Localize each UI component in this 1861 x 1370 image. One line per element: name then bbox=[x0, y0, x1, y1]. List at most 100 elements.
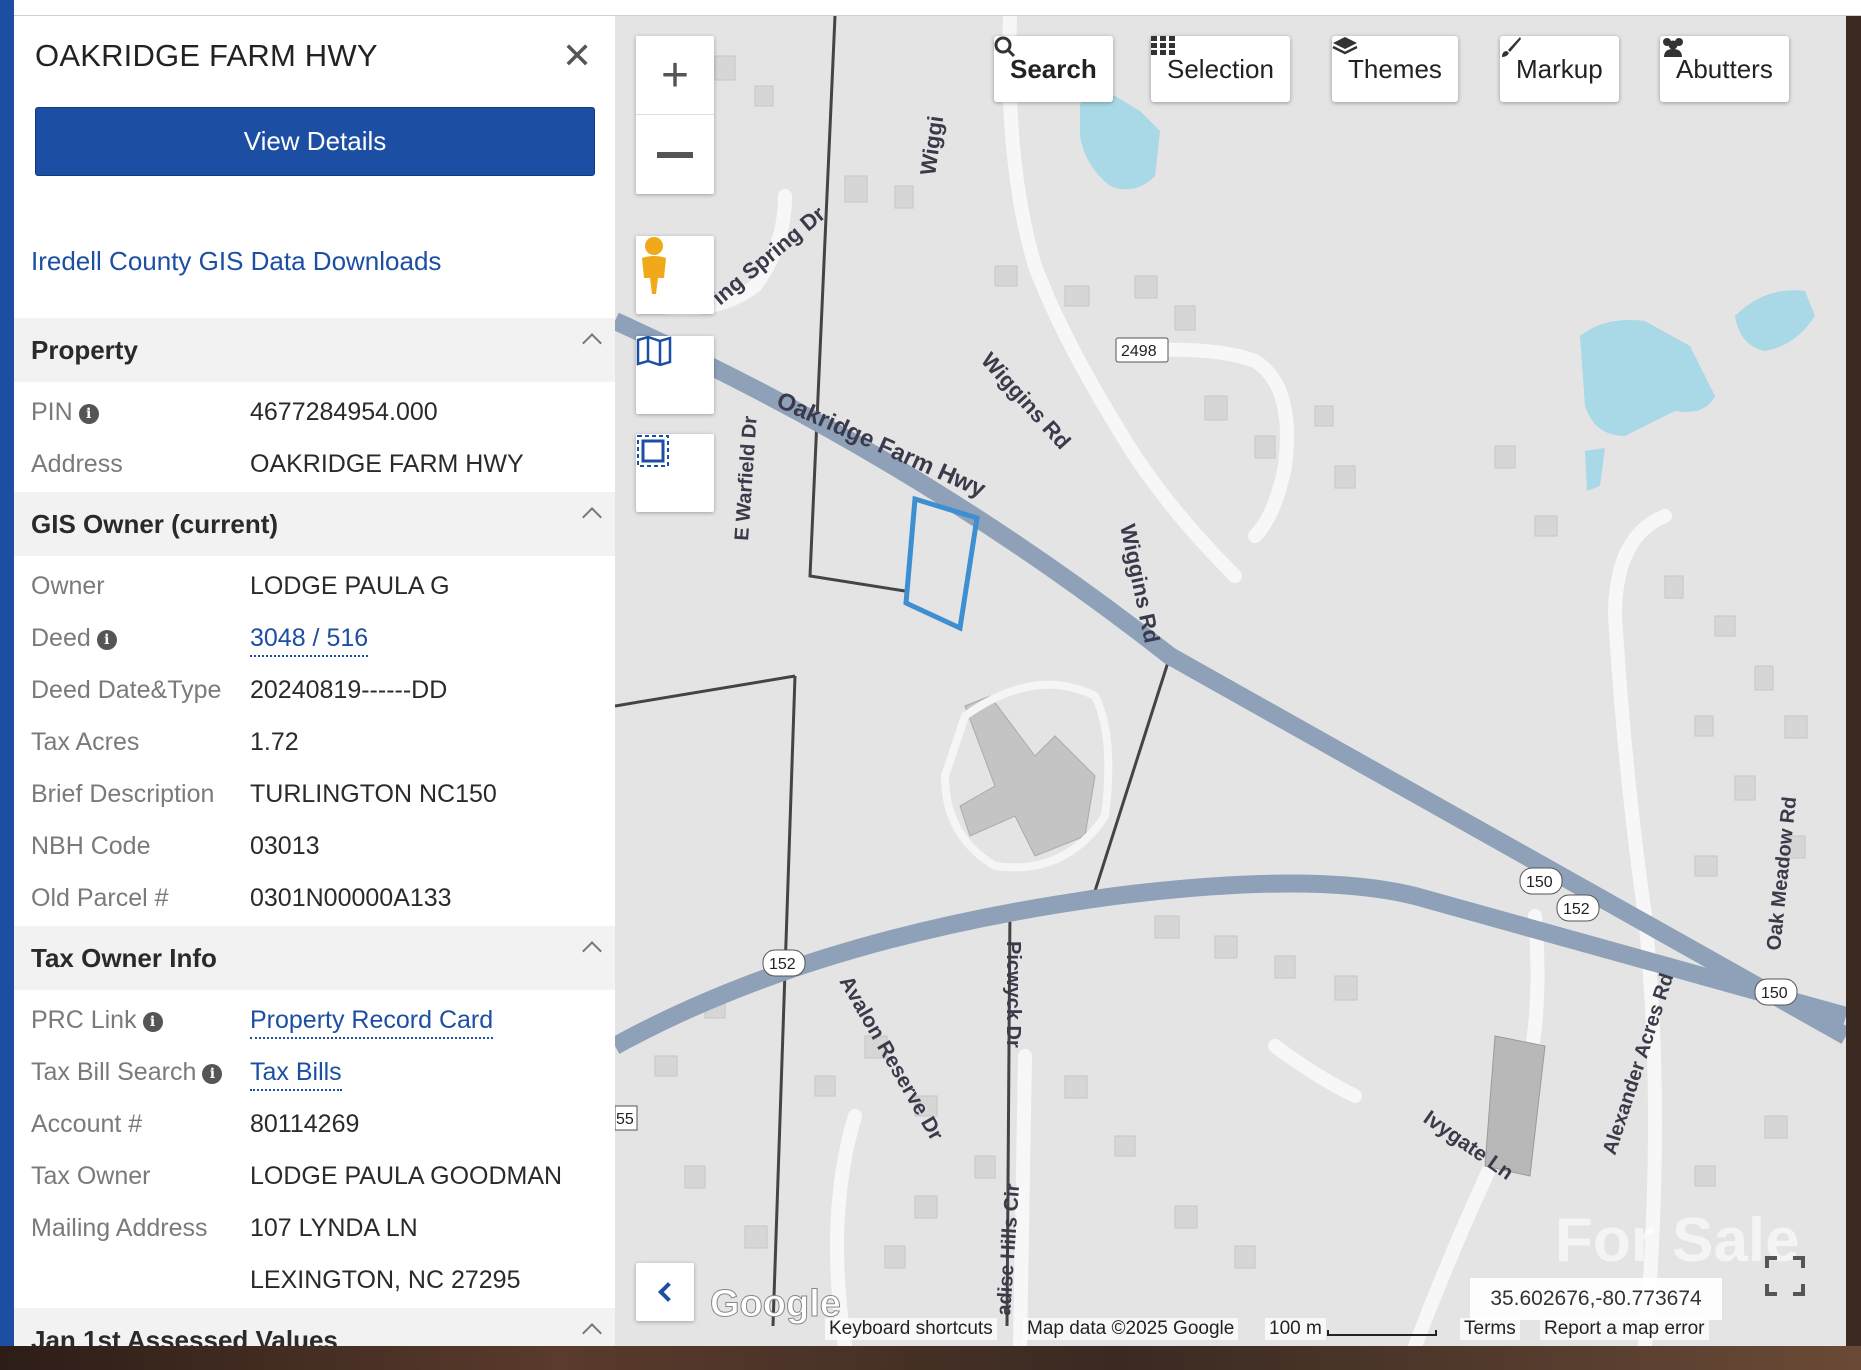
brush-icon bbox=[1502, 37, 1521, 57]
view-details-button[interactable]: View Details bbox=[35, 107, 595, 176]
building bbox=[1274, 955, 1296, 979]
row-old-parcel: Old Parcel # 0301N00000A133 bbox=[14, 872, 615, 924]
label-picwyck: Picwyck Dr bbox=[1002, 941, 1024, 1048]
building bbox=[914, 1195, 938, 1219]
building bbox=[1214, 935, 1238, 959]
map-type-icon[interactable] bbox=[636, 336, 714, 414]
building bbox=[1784, 715, 1808, 739]
map-view[interactable]: Oakridge Farm Hwy Wiggins Rd Wiggins Rd … bbox=[615, 16, 1846, 1346]
scale-label[interactable]: 100 m bbox=[1265, 1318, 1326, 1340]
section-assessed-header[interactable]: Jan 1st Assessed Values bbox=[14, 1308, 615, 1346]
search-button[interactable]: Search bbox=[994, 36, 1113, 102]
tax-bills-link[interactable]: Tax Bills bbox=[250, 1058, 342, 1091]
fullscreen-icon[interactable] bbox=[1765, 1256, 1829, 1318]
shield-152a: 152 bbox=[769, 956, 796, 973]
row-deed-date: Deed Date&Type 20240819------DD bbox=[14, 664, 615, 716]
building bbox=[1064, 285, 1090, 307]
tax-owner-value: LODGE PAULA GOODMAN bbox=[250, 1162, 563, 1190]
map-attribution: Keyboard shortcuts Map data ©2025 Google… bbox=[615, 1314, 1846, 1344]
building bbox=[1694, 1165, 1716, 1187]
row-tax-acres: Tax Acres 1.72 bbox=[14, 716, 615, 768]
info-icon[interactable]: i bbox=[96, 630, 117, 650]
tax-acres-value: 1.72 bbox=[250, 728, 299, 756]
building bbox=[1234, 1245, 1256, 1269]
map-data-text: Map data ©2025 Google bbox=[1023, 1318, 1239, 1340]
building bbox=[1334, 465, 1356, 489]
pin-value: 4677284954.000 bbox=[250, 398, 438, 426]
shield-2498: 2498 bbox=[1121, 343, 1157, 360]
owner-value: LODGE PAULA G bbox=[250, 572, 450, 600]
grid-icon bbox=[1151, 36, 1175, 55]
field-label: Address bbox=[31, 450, 123, 478]
field-label: Mailing Address bbox=[31, 1214, 208, 1242]
building bbox=[1154, 915, 1180, 939]
building bbox=[1534, 515, 1558, 537]
field-label: Tax Owner bbox=[31, 1162, 151, 1190]
section-gis-owner-header[interactable]: GIS Owner (current) bbox=[14, 492, 615, 556]
shield-150b: 150 bbox=[1761, 985, 1788, 1002]
zoom-in-icon[interactable]: + bbox=[636, 36, 714, 115]
mailing-line-2: LEXINGTON, NC 27295 bbox=[250, 1266, 521, 1294]
old-parcel-value: 0301N00000A133 bbox=[250, 884, 452, 912]
building bbox=[814, 1075, 836, 1097]
shield-150a: 150 bbox=[1526, 874, 1553, 891]
address-value: OAKRIDGE FARM HWY bbox=[250, 450, 524, 478]
watermark: For Sale bbox=[1555, 1206, 1800, 1275]
keyboard-shortcuts-link[interactable]: Keyboard shortcuts bbox=[825, 1318, 997, 1340]
building bbox=[844, 175, 868, 203]
frame-select-icon[interactable] bbox=[636, 434, 714, 512]
collapse-panel-button[interactable] bbox=[636, 1263, 694, 1321]
deed-link[interactable]: 3048 / 516 bbox=[250, 624, 369, 657]
section-title: Property bbox=[31, 334, 138, 365]
panel-header: OAKRIDGE FARM HWY ✕ bbox=[14, 16, 615, 106]
field-label: PRC Link i bbox=[31, 1006, 163, 1035]
street-view-pegman-icon[interactable] bbox=[636, 236, 714, 314]
close-icon[interactable]: ✕ bbox=[562, 38, 592, 74]
field-label: NBH Code bbox=[31, 832, 151, 860]
terms-link[interactable]: Terms bbox=[1460, 1318, 1520, 1340]
section-property-header[interactable]: Property bbox=[14, 318, 615, 382]
chevron-left-icon bbox=[658, 1282, 678, 1302]
zoom-out-icon[interactable] bbox=[636, 115, 714, 194]
zoom-controls: + bbox=[636, 36, 714, 194]
section-tax-owner-header[interactable]: Tax Owner Info bbox=[14, 926, 615, 990]
search-label: Search bbox=[1010, 53, 1097, 84]
section-title: Tax Owner Info bbox=[31, 942, 217, 973]
row-mailing-address-2: LEXINGTON, NC 27295 bbox=[14, 1254, 615, 1306]
info-icon[interactable]: i bbox=[142, 1012, 163, 1032]
row-tax-bill: Tax Bill Search i Tax Bills bbox=[14, 1046, 615, 1098]
building bbox=[1694, 715, 1714, 737]
row-deed: Deed i 3048 / 516 bbox=[14, 612, 615, 664]
brief-description-value: TURLINGTON NC150 bbox=[250, 780, 497, 808]
report-map-error-link[interactable]: Report a map error bbox=[1540, 1318, 1709, 1340]
building bbox=[744, 1225, 768, 1249]
field-label: Owner bbox=[31, 572, 105, 600]
info-icon[interactable]: i bbox=[202, 1064, 223, 1084]
themes-button[interactable]: Themes bbox=[1332, 36, 1458, 102]
markup-button[interactable]: Markup bbox=[1500, 36, 1619, 102]
parcel-info-panel: OAKRIDGE FARM HWY ✕ View Details Iredell… bbox=[14, 16, 615, 1346]
building bbox=[1134, 275, 1158, 299]
chevron-up-icon bbox=[582, 507, 602, 527]
abutters-button[interactable]: Abutters bbox=[1660, 36, 1789, 102]
selection-label: Selection bbox=[1167, 53, 1274, 84]
gis-downloads-link[interactable]: Iredell County GIS Data Downloads bbox=[31, 246, 441, 277]
row-address: Address OAKRIDGE FARM HWY bbox=[14, 438, 615, 490]
building bbox=[994, 265, 1018, 287]
shield-55: 55 bbox=[616, 1111, 634, 1128]
field-label: Deed i bbox=[31, 624, 117, 653]
scale-bar bbox=[1327, 1330, 1437, 1336]
deed-date-value: 20240819------DD bbox=[250, 676, 448, 704]
selection-button[interactable]: Selection bbox=[1151, 36, 1290, 102]
map-canvas[interactable]: Oakridge Farm Hwy Wiggins Rd Wiggins Rd … bbox=[615, 16, 1846, 1346]
building bbox=[1754, 665, 1774, 691]
top-strip bbox=[0, 0, 1861, 16]
info-icon[interactable]: i bbox=[78, 404, 99, 424]
mailing-line-1: 107 LYNDA LN bbox=[250, 1214, 418, 1242]
row-owner: Owner LODGE PAULA G bbox=[14, 560, 615, 612]
nbh-code-value: 03013 bbox=[250, 832, 320, 860]
building bbox=[1694, 855, 1718, 877]
building bbox=[684, 1165, 706, 1189]
markup-label: Markup bbox=[1516, 53, 1603, 84]
property-record-card-link[interactable]: Property Record Card bbox=[250, 1006, 494, 1039]
